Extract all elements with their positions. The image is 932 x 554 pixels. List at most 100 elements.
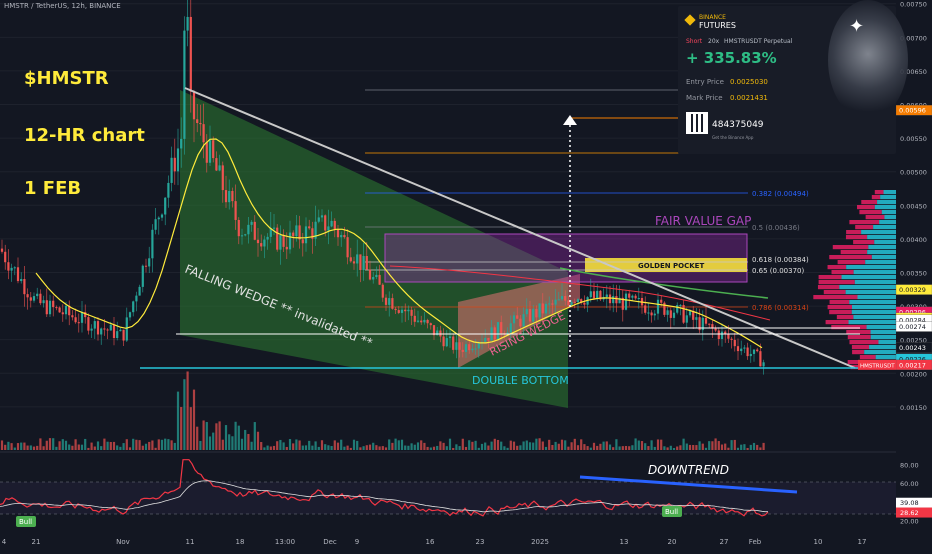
volume-bar: [567, 446, 570, 450]
volume-bar: [13, 447, 16, 450]
profile-bar-buy: [857, 295, 896, 300]
candle-body: [589, 291, 592, 298]
volume-bar: [644, 443, 647, 450]
volume-bar: [708, 441, 711, 450]
volume-bar: [605, 441, 608, 450]
candle-body: [477, 343, 480, 349]
volume-bar: [762, 442, 765, 450]
candle-body: [525, 309, 528, 315]
volume-bar: [474, 440, 477, 450]
entry-label: Entry Price: [686, 78, 724, 86]
volume-bar: [743, 444, 746, 450]
volume-bar: [580, 439, 583, 450]
volume-bar: [500, 441, 503, 450]
candle-body: [682, 305, 685, 323]
volume-bar: [148, 441, 151, 450]
volume-bar: [208, 436, 212, 450]
candle-body: [359, 254, 362, 270]
fib-786-label: 0.786 (0.00314): [752, 304, 809, 312]
volume-bar: [141, 445, 144, 450]
candle-body: [106, 329, 109, 331]
candle-body: [487, 337, 490, 341]
candle-body: [13, 267, 16, 269]
volume-bar: [458, 446, 461, 450]
candle-body: [138, 286, 141, 296]
candle-body: [560, 296, 564, 300]
candle-body: [224, 190, 228, 203]
candle-body: [125, 317, 128, 341]
profile-bar-buy: [849, 300, 896, 305]
volume-bar: [349, 447, 352, 450]
candle-body: [628, 293, 631, 298]
volume-bar: [80, 444, 84, 450]
volume-bar: [592, 442, 596, 450]
mark-label: Mark Price: [686, 94, 723, 102]
price-badge-label: 0.00329: [899, 286, 926, 294]
candle-body: [295, 225, 298, 237]
volume-bar: [701, 443, 704, 450]
volume-bar: [602, 441, 605, 450]
volume-profile: [813, 190, 896, 370]
candle-body: [576, 299, 580, 303]
candle-body: [231, 191, 234, 202]
candle-body: [250, 221, 253, 225]
profile-bar-buy: [878, 340, 896, 345]
candle-body: [16, 267, 20, 282]
candle-body: [634, 295, 637, 299]
candle-body: [282, 235, 285, 247]
volume-bar: [570, 442, 573, 450]
candle-body: [452, 336, 455, 350]
volume-bar: [564, 440, 567, 450]
volume-bar: [551, 444, 554, 450]
volume-bar: [215, 423, 218, 450]
candle-body: [541, 303, 544, 314]
profile-bar-buy: [873, 225, 896, 230]
volume-bar: [397, 440, 400, 450]
volume-bar: [314, 441, 317, 450]
volume-bar: [180, 407, 183, 450]
chart-stage[interactable]: 0.007500.007000.006500.006000.005500.005…: [0, 0, 932, 550]
profile-bar-buy: [853, 315, 896, 320]
candle-body: [122, 329, 125, 341]
price-tick-label: 0.00750: [900, 1, 927, 9]
candle-body: [605, 294, 608, 297]
volume-bar: [247, 433, 250, 450]
candle-body: [535, 309, 538, 318]
volume-bar: [167, 439, 170, 450]
candle-body: [528, 309, 532, 322]
volume-bar: [621, 446, 624, 450]
candle-body: [647, 312, 650, 314]
candle-body: [442, 336, 445, 347]
volume-bar: [576, 445, 580, 450]
volume-bar: [87, 447, 90, 450]
candle-body: [343, 235, 346, 238]
candle-body: [724, 331, 727, 334]
candle-body: [516, 315, 519, 319]
candle-body: [653, 313, 656, 316]
profile-bar-buy: [884, 215, 896, 220]
candle-body: [279, 235, 282, 250]
candle-body: [455, 342, 458, 350]
volume-bar: [404, 445, 407, 450]
volume-bar: [589, 447, 592, 450]
profile-bar-sell: [818, 275, 842, 280]
volume-bar: [730, 440, 733, 450]
time-tick-label: 21: [32, 538, 41, 546]
candle-body: [135, 295, 138, 302]
profile-bar-buy: [864, 350, 896, 355]
brand: FUTURES: [699, 21, 736, 30]
volume-bar: [16, 443, 20, 450]
profile-bar-buy: [854, 280, 896, 285]
candle-body: [10, 267, 13, 271]
volume-bar: [660, 439, 663, 450]
profile-bar-sell: [846, 230, 862, 235]
candle-body: [746, 347, 749, 357]
candle-body: [445, 338, 448, 347]
candle-body: [362, 256, 365, 270]
volume-bar: [650, 440, 653, 450]
candle-body: [176, 148, 180, 172]
candle-body: [266, 236, 269, 240]
volume-bar: [394, 438, 397, 450]
binance-futures-card: BINANCE FUTURES Short 20x HMSTRUSDT Perp…: [678, 0, 908, 154]
volume-bar: [628, 446, 631, 450]
